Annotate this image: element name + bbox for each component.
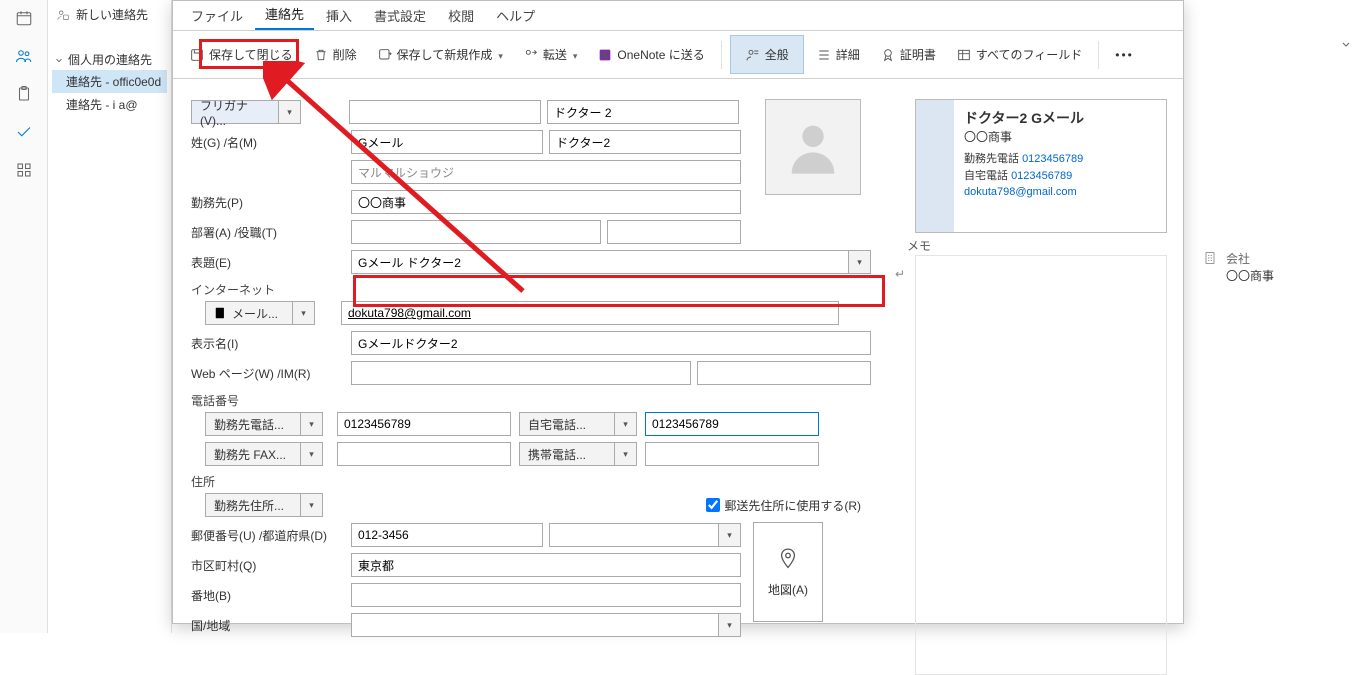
new-contact-label: 新しい連絡先 (76, 6, 148, 23)
display-input[interactable] (351, 331, 871, 355)
work-phone-dropdown[interactable]: ▾ (301, 412, 323, 436)
check-icon[interactable] (14, 122, 34, 142)
email-input[interactable] (341, 301, 839, 325)
all-fields-button[interactable]: すべてのフィールド (948, 40, 1090, 69)
ribbon-menu: ファイル 連絡先 挿入 書式設定 校閲 ヘルプ (173, 1, 1183, 31)
home-phone-dropdown[interactable]: ▾ (615, 412, 637, 436)
tab-review[interactable]: 校閲 (438, 1, 484, 30)
work-fax-button[interactable]: 勤務先 FAX... (205, 442, 301, 466)
city-label: 市区町村(Q) (191, 557, 351, 574)
street-input[interactable] (351, 583, 741, 607)
side-company: 〇〇商事 (1226, 267, 1274, 284)
role-input[interactable] (607, 220, 741, 244)
furigana-surname-input[interactable] (349, 100, 541, 124)
mail-dropdown[interactable]: ▾ (293, 301, 315, 325)
work-phone-input[interactable] (337, 412, 511, 436)
tab-help[interactable]: ヘルプ (486, 1, 545, 30)
left-rail (0, 0, 48, 633)
work-fax-dropdown[interactable]: ▾ (301, 442, 323, 466)
work-fax-input[interactable] (337, 442, 511, 466)
given-input[interactable] (549, 130, 741, 154)
new-contact-button[interactable]: 新しい連絡先 (48, 0, 171, 29)
save-new-button[interactable]: 保存して新規作成 (369, 40, 511, 69)
work-addr-button[interactable]: 勤務先住所... (205, 493, 301, 517)
memo-label: メモ (907, 237, 931, 254)
company-input[interactable] (351, 190, 741, 214)
forward-button[interactable]: 転送 (515, 40, 586, 69)
company-phonetic-input[interactable] (351, 160, 741, 184)
mobile-input[interactable] (645, 442, 819, 466)
delete-button[interactable]: 削除 (305, 40, 365, 69)
furigana-button[interactable]: フリガナ(V)... (191, 100, 279, 124)
zip-input[interactable] (351, 523, 543, 547)
paragraph-mark-icon: ↵ (895, 267, 905, 281)
tab-format[interactable]: 書式設定 (364, 1, 436, 30)
web-label: Web ページ(W) /IM(R) (191, 365, 351, 382)
furigana-dropdown[interactable]: ▾ (279, 100, 301, 124)
tab-insert[interactable]: 挿入 (316, 1, 362, 30)
contacts-pane: 新しい連絡先 個人用の連絡先 連絡先 - offic0e0d 連絡先 - i a… (48, 0, 172, 633)
ribbon-toolbar: 保存して閉じる 削除 保存して新規作成 転送 N OneNote に送る 全般 … (173, 31, 1183, 79)
cert-button[interactable]: 証明書 (872, 40, 944, 69)
contact-card-window: ファイル 連絡先 挿入 書式設定 校閲 ヘルプ 保存して閉じる 削除 保存して新… (172, 0, 1184, 624)
svg-text:N: N (603, 52, 608, 59)
view-general-button[interactable]: 全般 (730, 35, 804, 74)
home-phone-button[interactable]: 自宅電話... (519, 412, 615, 436)
map-button[interactable]: 地図(A) (753, 522, 823, 622)
surname-input[interactable] (351, 130, 543, 154)
preview-email: dokuta798@gmail.com (964, 184, 1156, 201)
work-addr-dropdown[interactable]: ▾ (301, 493, 323, 517)
overflow-button[interactable]: ••• (1107, 42, 1142, 68)
mobile-dropdown[interactable]: ▾ (615, 442, 637, 466)
subject-input[interactable] (351, 250, 849, 274)
contact-form: ドクター2 Gメール 〇〇商事 勤務先電話 0123456789 自宅電話 01… (173, 91, 1183, 623)
company-label: 勤務先(P) (191, 194, 351, 211)
mobile-button[interactable]: 携帯電話... (519, 442, 615, 466)
dept-input[interactable] (351, 220, 601, 244)
list-item[interactable]: 連絡先 - offic0e0d (52, 70, 167, 93)
country-label: 国/地域 (191, 617, 351, 634)
name-label: 姓(G) /名(M) (191, 134, 351, 151)
collapse-icon[interactable] (1202, 38, 1358, 50)
folder-header[interactable]: 個人用の連絡先 (52, 49, 167, 70)
pref-input[interactable] (549, 523, 719, 547)
mailing-checkbox[interactable]: 郵送先住所に使用する(R) (706, 497, 861, 514)
city-input[interactable] (351, 553, 741, 577)
tab-contact[interactable]: 連絡先 (255, 0, 314, 30)
list-item[interactable]: 連絡先 - i a@ (52, 93, 167, 116)
preview-name: ドクター2 Gメール (964, 108, 1156, 128)
pref-dropdown[interactable]: ▾ (719, 523, 741, 547)
furigana-given-input[interactable] (547, 100, 739, 124)
building-icon (1202, 250, 1218, 266)
tab-file[interactable]: ファイル (181, 1, 253, 30)
subject-label: 表題(E) (191, 254, 351, 271)
country-input[interactable] (351, 613, 719, 637)
mail-button[interactable]: メール... (205, 301, 293, 325)
view-details-button[interactable]: 詳細 (808, 40, 868, 69)
work-phone-button[interactable]: 勤務先電話... (205, 412, 301, 436)
business-card-preview[interactable]: ドクター2 Gメール 〇〇商事 勤務先電話 0123456789 自宅電話 01… (915, 99, 1167, 233)
country-dropdown[interactable]: ▾ (719, 613, 741, 637)
display-label: 表示名(I) (191, 335, 351, 352)
dept-label: 部署(A) /役職(T) (191, 224, 351, 241)
onenote-button[interactable]: N OneNote に送る (589, 40, 712, 69)
save-close-button[interactable]: 保存して閉じる (181, 40, 301, 69)
grid-icon[interactable] (14, 160, 34, 180)
calendar-icon[interactable] (14, 8, 34, 28)
clipboard-icon[interactable] (14, 84, 34, 104)
memo-area[interactable] (915, 255, 1167, 675)
street-label: 番地(B) (191, 587, 351, 604)
home-phone-input[interactable] (645, 412, 819, 436)
subject-dropdown[interactable]: ▾ (849, 250, 871, 274)
preview-org: 〇〇商事 (964, 128, 1156, 145)
right-pane: 会社 〇〇商事 (1194, 30, 1366, 292)
people-icon[interactable] (14, 46, 34, 66)
web-input[interactable] (351, 361, 691, 385)
zip-label: 郵便番号(U) /都道府県(D) (191, 527, 351, 544)
im-input[interactable] (697, 361, 871, 385)
avatar[interactable] (765, 99, 861, 195)
side-company-label: 会社 (1226, 250, 1274, 267)
